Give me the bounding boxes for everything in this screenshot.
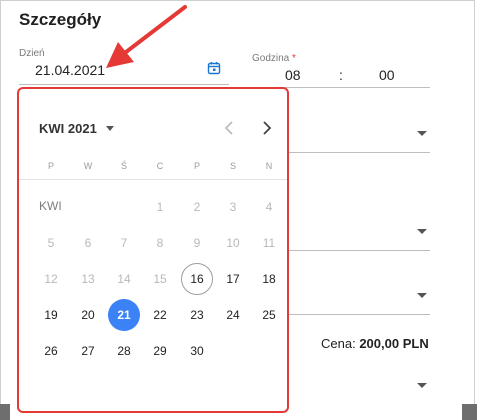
weekday-header: P xyxy=(193,161,200,171)
day-cell-10: 10 xyxy=(226,236,240,250)
day-cell-19[interactable]: 19 xyxy=(35,299,67,331)
weekday-header: Ś xyxy=(120,161,127,171)
day-cell-1: 1 xyxy=(156,200,164,214)
day-cell-23[interactable]: 23 xyxy=(181,299,213,331)
day-cell-17[interactable]: 17 xyxy=(217,263,249,295)
day-cell-16[interactable]: 16 xyxy=(181,263,213,295)
day-cell-13: 13 xyxy=(81,272,95,286)
day-cell-14: 14 xyxy=(117,272,131,286)
day-cell-24[interactable]: 24 xyxy=(217,299,249,331)
day-cell-2: 2 xyxy=(193,200,201,214)
weekday-header: C xyxy=(156,161,164,171)
day-cell-21[interactable]: 21 xyxy=(108,299,140,331)
day-cell-15: 15 xyxy=(153,272,167,286)
day-cell-12: 12 xyxy=(44,272,58,286)
day-cell-26[interactable]: 26 xyxy=(35,335,67,367)
month-short-label: KWI xyxy=(39,199,62,213)
day-cell-25[interactable]: 25 xyxy=(253,299,285,331)
chevron-left-icon[interactable] xyxy=(220,118,240,138)
day-cell-9: 9 xyxy=(193,236,201,250)
day-cell-30[interactable]: 30 xyxy=(181,335,213,367)
day-cell-29[interactable]: 29 xyxy=(144,335,176,367)
month-year-label: KWI 2021 xyxy=(39,121,97,136)
weekday-divider xyxy=(19,179,287,180)
day-cell-11: 11 xyxy=(262,236,276,250)
chevron-right-icon[interactable] xyxy=(256,118,276,138)
day-cell-6: 6 xyxy=(84,236,92,250)
datepicker-popup: KWI 2021 PWŚCPSN KWI 1 2 3 4 5 6 7 8 9 10 11 12 13 14… xyxy=(17,87,289,413)
day-cell-5: 5 xyxy=(47,236,55,250)
weekday-header: S xyxy=(229,161,236,171)
day-cell-7: 7 xyxy=(120,236,128,250)
month-year-toggle[interactable]: KWI 2021 xyxy=(39,121,114,136)
day-cell-20[interactable]: 20 xyxy=(72,299,104,331)
day-cell-8: 8 xyxy=(156,236,164,250)
weekday-header: P xyxy=(47,161,54,171)
day-cell-28[interactable]: 28 xyxy=(108,335,140,367)
dropdown-arrow-icon xyxy=(105,126,114,131)
day-cell-27[interactable]: 27 xyxy=(72,335,104,367)
weekday-header: N xyxy=(265,161,273,171)
day-cell-22[interactable]: 22 xyxy=(144,299,176,331)
day-cell-4: 4 xyxy=(265,200,273,214)
day-cell-18[interactable]: 18 xyxy=(253,263,285,295)
weekday-header: W xyxy=(83,161,93,171)
day-cell-3: 3 xyxy=(229,200,237,214)
